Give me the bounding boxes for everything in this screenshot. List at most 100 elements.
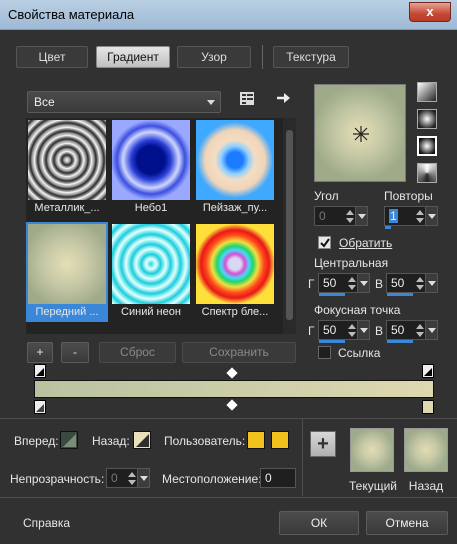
dropdown-icon[interactable] [137,469,149,487]
arrow-right-icon[interactable] [275,90,293,106]
spin-arrows-icon[interactable] [415,322,425,339]
focal-v-level-bar [387,340,413,343]
back-preview[interactable] [404,428,448,472]
location-label: Местоположение: [162,472,262,486]
opacity-stop-end[interactable] [422,364,434,378]
divider [0,497,457,498]
spin-arrows-icon[interactable] [347,322,357,339]
color-stop-end[interactable] [422,400,434,414]
forward-label: Вперед: [14,434,59,448]
center-label: Центральная [314,256,389,270]
opacity-label: Непрозрачность: [10,472,105,486]
center-h-spinbox[interactable]: 50 [318,273,370,296]
spectrum-thumb [196,224,274,304]
add-preset-button[interactable]: + [27,342,53,363]
tab-texture[interactable]: Текстура [273,46,349,68]
gradient-bar[interactable] [34,380,434,398]
tab-pattern[interactable]: Узор [177,46,251,68]
preset-item[interactable]: Передний ... [26,222,108,322]
dropdown-icon[interactable] [425,321,437,339]
category-select-value: Все [34,95,55,109]
tab-gradient[interactable]: Градиент [96,46,170,68]
divider [0,418,457,419]
preset-item[interactable]: Небо1 [110,118,192,218]
invert-label[interactable]: Обратить [339,236,392,250]
help-link[interactable]: Справка [23,516,70,530]
preset-item[interactable]: Спектр бле... [194,222,276,322]
preset-item[interactable]: Синий неон [110,222,192,322]
center-v-spinbox[interactable]: 50 [386,273,438,296]
center-marker-icon[interactable] [352,125,370,143]
radial-style-icon[interactable] [417,136,437,156]
repeats-label: Повторы [384,189,433,203]
angle-label: Угол [314,189,339,203]
add-swatch-button[interactable]: + [310,431,336,457]
save-preset-button[interactable]: Сохранить [182,342,296,363]
opacity-spinbox[interactable]: 0 [106,468,150,488]
color-stop-start[interactable] [34,400,46,414]
preset-label: Передний ... [35,306,99,318]
focal-h-level-bar [319,340,345,343]
dropdown-icon[interactable] [425,207,437,225]
preset-scrollbar-thumb[interactable] [286,130,293,320]
link-checkbox[interactable] [318,346,331,359]
user-swatch-1[interactable] [247,431,265,449]
tab-color[interactable]: Цвет [16,46,88,68]
list-options-icon[interactable] [239,91,257,107]
location-field[interactable]: 0 [260,468,296,488]
checkmark-icon [320,238,330,248]
back-swatch[interactable] [133,431,151,449]
landscape-thumb [196,120,274,200]
category-select[interactable]: Все [27,91,221,113]
back-preview-label: Назад [408,479,444,493]
preset-grid: Металлик_... Небо1 Пейзаж_пу... Передний… [26,118,296,334]
opacity-stop-start[interactable] [34,364,46,378]
cancel-button[interactable]: Отмена [366,511,448,535]
rectangular-style-icon[interactable] [417,109,437,129]
preset-label: Синий неон [121,306,181,318]
preset-item[interactable]: Металлик_... [26,118,108,218]
window-title: Свойства материала [8,7,135,22]
user-swatch-2[interactable] [271,431,289,449]
forward-swatch[interactable] [60,431,78,449]
close-button[interactable]: x [409,2,451,22]
title-bar: Свойства материала x [0,0,457,30]
dropdown-icon[interactable] [357,274,369,292]
spin-arrows-icon[interactable] [347,275,357,292]
spin-arrows-icon[interactable] [345,208,355,225]
center-h-level-bar [319,293,345,296]
divider [302,418,303,496]
invert-checkbox[interactable] [318,236,331,249]
linear-style-icon[interactable] [417,82,437,102]
repeats-level-bar [385,226,391,229]
sunburst-style-icon[interactable] [417,163,437,183]
current-preview[interactable] [350,428,394,472]
link-label[interactable]: Ссылка [338,346,380,360]
dropdown-icon[interactable] [357,321,369,339]
spin-arrows-icon[interactable] [415,275,425,292]
center-v-axis: В [375,277,384,291]
focal-h-spinbox[interactable]: 50 [318,320,370,343]
dropdown-icon[interactable] [355,207,367,225]
focal-v-spinbox[interactable]: 50 [386,320,438,343]
preset-item[interactable]: Пейзаж_пу... [194,118,276,218]
dropdown-icon[interactable] [425,274,437,292]
repeats-spinbox[interactable]: 1 [384,206,438,229]
foreground-thumb [28,224,106,304]
spin-arrows-icon[interactable] [415,208,425,225]
ok-button[interactable]: ОК [279,511,359,535]
spin-arrows-icon[interactable] [127,470,137,487]
current-label: Текущий [349,479,397,493]
preset-label: Металлик_... [34,202,100,214]
center-h-axis: Г [308,277,315,291]
remove-preset-button[interactable]: - [61,342,89,363]
user-label: Пользователь: [164,434,246,448]
gradient-preview[interactable] [314,84,406,182]
center-v-level-bar [387,293,413,296]
angle-spinbox[interactable]: 0 [314,206,368,226]
focal-label: Фокусная точка [314,303,401,317]
reset-button[interactable]: Сброс [99,342,176,363]
preset-label: Спектр бле... [201,306,269,318]
chevron-down-icon [207,100,215,105]
focal-v-axis: В [375,324,384,338]
